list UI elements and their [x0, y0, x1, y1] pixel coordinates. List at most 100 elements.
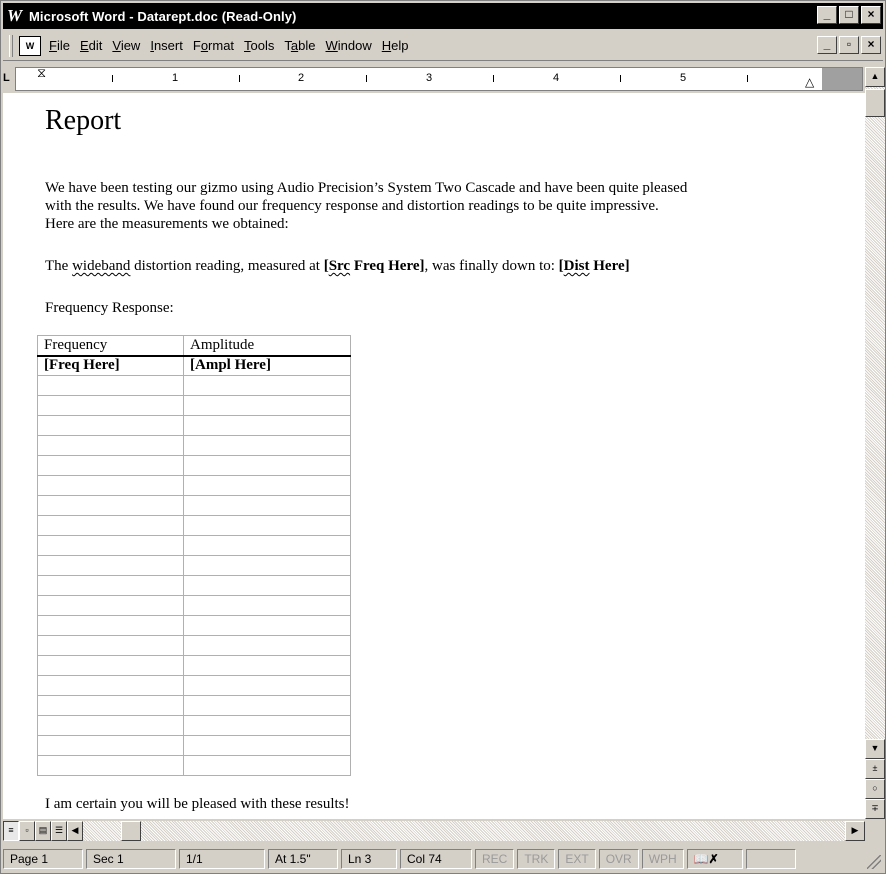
menu-insert[interactable]: Insert [150, 38, 183, 53]
horizontal-scrollbar[interactable]: ≡ ▫ ▤ ☰ ◀ ▶ [3, 821, 865, 841]
table-cell[interactable] [183, 675, 351, 696]
table-cell[interactable] [37, 675, 184, 696]
table-cell[interactable] [37, 635, 184, 656]
select-browse-object-button[interactable]: ○ [865, 779, 885, 799]
status-ext[interactable]: EXT [558, 849, 596, 869]
table-cell[interactable] [37, 695, 184, 716]
vertical-scroll-thumb[interactable] [865, 89, 885, 117]
menu-tools[interactable]: Tools [244, 38, 274, 53]
menu-format[interactable]: Format [193, 38, 234, 53]
status-rec[interactable]: REC [475, 849, 515, 869]
scroll-right-button[interactable]: ▶ [845, 821, 865, 841]
menu-table[interactable]: Table [284, 38, 315, 53]
table-cell[interactable] [37, 715, 184, 736]
table-cell[interactable] [37, 655, 184, 676]
table-cell[interactable] [37, 535, 184, 556]
table-cell[interactable] [37, 455, 184, 476]
dist-value-field[interactable]: [Dist Here] [559, 258, 630, 274]
ampl-field-cell[interactable]: [Ampl Here] [183, 355, 351, 376]
status-section: Sec 1 [86, 849, 176, 869]
menu-tools-key: T [244, 38, 251, 53]
menu-edit[interactable]: Edit [80, 38, 102, 53]
status-wph[interactable]: WPH [641, 849, 684, 869]
scroll-down-button[interactable]: ▼ [865, 739, 885, 759]
table-cell[interactable] [183, 735, 351, 756]
spelling-wideband[interactable]: wideband [72, 258, 130, 274]
table-cell[interactable] [183, 415, 351, 436]
src-freq-field[interactable]: [Src Freq Here] [324, 258, 425, 274]
table-cell[interactable] [183, 695, 351, 716]
doc-close-button[interactable]: × [861, 36, 881, 54]
table-cell[interactable] [183, 375, 351, 396]
table-cell[interactable] [183, 435, 351, 456]
tab-selector-button[interactable]: L [3, 69, 15, 87]
measurement-table[interactable]: Frequency Amplitude [Freq Here] [Ampl He… [37, 335, 351, 776]
resize-grip-icon[interactable] [867, 855, 881, 869]
left-indent-marker[interactable]: ⧖ [37, 66, 46, 79]
table-cell[interactable] [37, 475, 184, 496]
document-icon[interactable]: W [19, 35, 41, 56]
doc-minimize-button[interactable]: _ [817, 36, 837, 54]
table-cell[interactable] [37, 395, 184, 416]
word-app-icon[interactable]: W [7, 6, 27, 26]
table-row [37, 635, 351, 656]
menu-help[interactable]: Help [382, 38, 409, 53]
minimize-button[interactable]: _ [817, 6, 837, 24]
menu-file[interactable]: File [49, 38, 70, 53]
freq-field-cell[interactable]: [Freq Here] [37, 355, 184, 376]
horizontal-ruler[interactable]: 1 2 3 4 5 [15, 67, 863, 91]
table-cell[interactable] [37, 575, 184, 596]
doc-restore-button[interactable]: ▫ [839, 36, 859, 54]
table-cell[interactable] [37, 595, 184, 616]
scroll-left-button[interactable]: ◀ [67, 821, 83, 841]
document-page[interactable]: Report We have been testing our gizmo us… [3, 93, 865, 819]
next-page-button[interactable]: ∓ [865, 799, 885, 819]
right-indent-marker[interactable]: △ [805, 75, 814, 89]
table-cell[interactable] [183, 495, 351, 516]
table-cell[interactable] [37, 735, 184, 756]
normal-view-button[interactable]: ≡ [3, 821, 19, 841]
horizontal-scroll-thumb[interactable] [121, 821, 141, 841]
table-cell[interactable] [183, 475, 351, 496]
table-cell[interactable] [183, 715, 351, 736]
table-cell[interactable] [183, 515, 351, 536]
distortion-paragraph: The wideband distortion reading, measure… [45, 257, 630, 275]
table-cell[interactable] [183, 615, 351, 636]
scroll-up-button[interactable]: ▲ [865, 67, 885, 87]
outline-view-button[interactable]: ☰ [51, 821, 67, 841]
table-cell[interactable] [183, 395, 351, 416]
menubar-grip[interactable] [9, 34, 13, 57]
vertical-scrollbar[interactable]: ▲ ▼ ± ○ ∓ [865, 67, 885, 819]
table-cell[interactable] [183, 595, 351, 616]
status-ovr[interactable]: OVR [598, 849, 639, 869]
ruler-number: 3 [426, 72, 433, 84]
table-cell[interactable] [37, 495, 184, 516]
table-cell[interactable] [37, 415, 184, 436]
table-cell[interactable] [183, 755, 351, 776]
table-cell[interactable] [183, 635, 351, 656]
spelling-status-icon[interactable]: 📖✗ [686, 849, 743, 869]
table-cell[interactable] [183, 575, 351, 596]
freq-response-label: Frequency Response: [45, 300, 174, 316]
menu-window[interactable]: Window [326, 38, 372, 53]
menu-view[interactable]: View [112, 38, 140, 53]
status-trk[interactable]: TRK [517, 849, 556, 869]
table-cell[interactable] [37, 515, 184, 536]
table-cell[interactable] [183, 535, 351, 556]
web-layout-view-button[interactable]: ▫ [19, 821, 35, 841]
maximize-button[interactable]: □ [839, 6, 859, 24]
table-cell[interactable] [37, 435, 184, 456]
close-button[interactable]: × [861, 6, 881, 24]
table-cell[interactable] [37, 555, 184, 576]
table-cell[interactable] [183, 655, 351, 676]
table-cell[interactable] [37, 615, 184, 636]
previous-page-button[interactable]: ± [865, 759, 885, 779]
ruler-number: 4 [553, 72, 560, 84]
header-frequency[interactable]: Frequency [37, 335, 184, 357]
table-cell[interactable] [183, 555, 351, 576]
table-cell[interactable] [183, 455, 351, 476]
print-layout-view-button[interactable]: ▤ [35, 821, 51, 841]
table-cell[interactable] [37, 375, 184, 396]
table-cell[interactable] [37, 755, 184, 776]
header-amplitude[interactable]: Amplitude [183, 335, 351, 357]
